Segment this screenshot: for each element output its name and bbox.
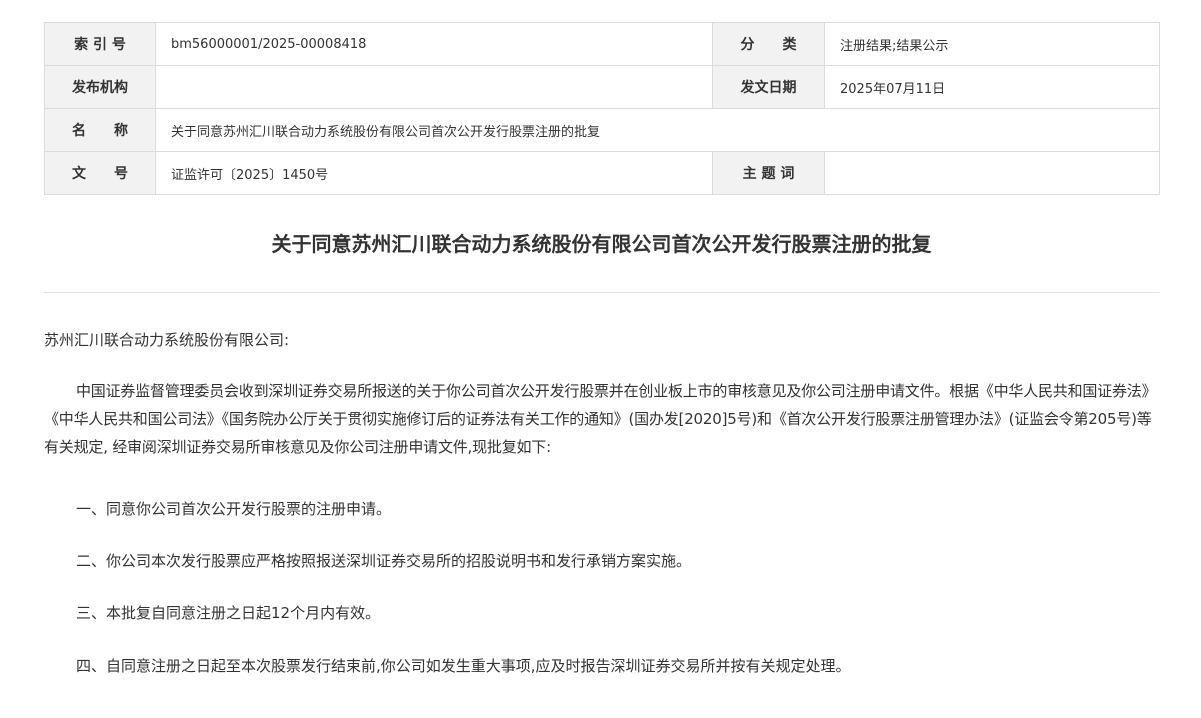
publisher-value [155, 65, 713, 109]
publisher-label: 发布机构 [44, 65, 156, 109]
issue-date-label: 发文日期 [712, 65, 825, 109]
approval-item-1: 一、同意你公司首次公开发行股票的注册申请。 [76, 500, 392, 518]
metadata-row-name: 名 称 关于同意苏州汇川联合动力系统股份有限公司首次公开发行股票注册的批复 [44, 108, 1160, 152]
category-label: 分 类 [712, 22, 825, 66]
metadata-row-docno: 文 号 证监许可〔2025〕1450号 主 题 词 [44, 151, 1160, 195]
index-number-label: 索 引 号 [44, 22, 156, 66]
approval-item-4: 四、自同意注册之日起至本次股票发行结束前,你公司如发生重大事项,应及时报告深圳证… [76, 657, 851, 675]
keywords-label: 主 题 词 [712, 151, 825, 195]
approval-item-2: 二、你公司本次发行股票应严格按照报送深圳证券交易所的招股说明书和发行承销方案实施… [76, 552, 692, 570]
issue-date-value: 2025年07月11日 [824, 65, 1160, 109]
document-title: 关于同意苏州汇川联合动力系统股份有限公司首次公开发行股票注册的批复 [271, 232, 932, 256]
index-number-value: bm56000001/2025-00008418 [155, 22, 713, 66]
approval-item-3: 三、本批复自同意注册之日起12个月内有效。 [76, 604, 381, 622]
document-name-value: 关于同意苏州汇川联合动力系统股份有限公司首次公开发行股票注册的批复 [155, 108, 1160, 152]
document-metadata-table: 索 引 号 bm56000001/2025-00008418 分 类 注册结果;… [44, 22, 1160, 195]
keywords-value [824, 151, 1160, 195]
metadata-row-publisher: 发布机构 发文日期 2025年07月11日 [44, 65, 1160, 109]
document-page: 索 引 号 bm56000001/2025-00008418 分 类 注册结果;… [0, 0, 1201, 718]
metadata-row-index: 索 引 号 bm56000001/2025-00008418 分 类 注册结果;… [44, 22, 1160, 66]
title-divider [44, 292, 1159, 293]
document-number-label: 文 号 [44, 151, 156, 195]
document-salutation: 苏州汇川联合动力系统股份有限公司: [44, 331, 290, 349]
document-number-value: 证监许可〔2025〕1450号 [155, 151, 713, 195]
document-main-paragraph: 中国证券监督管理委员会收到深圳证券交易所报送的关于你公司首次公开发行股票并在创业… [44, 382, 1157, 456]
category-value: 注册结果;结果公示 [824, 22, 1160, 66]
document-name-label: 名 称 [44, 108, 156, 152]
